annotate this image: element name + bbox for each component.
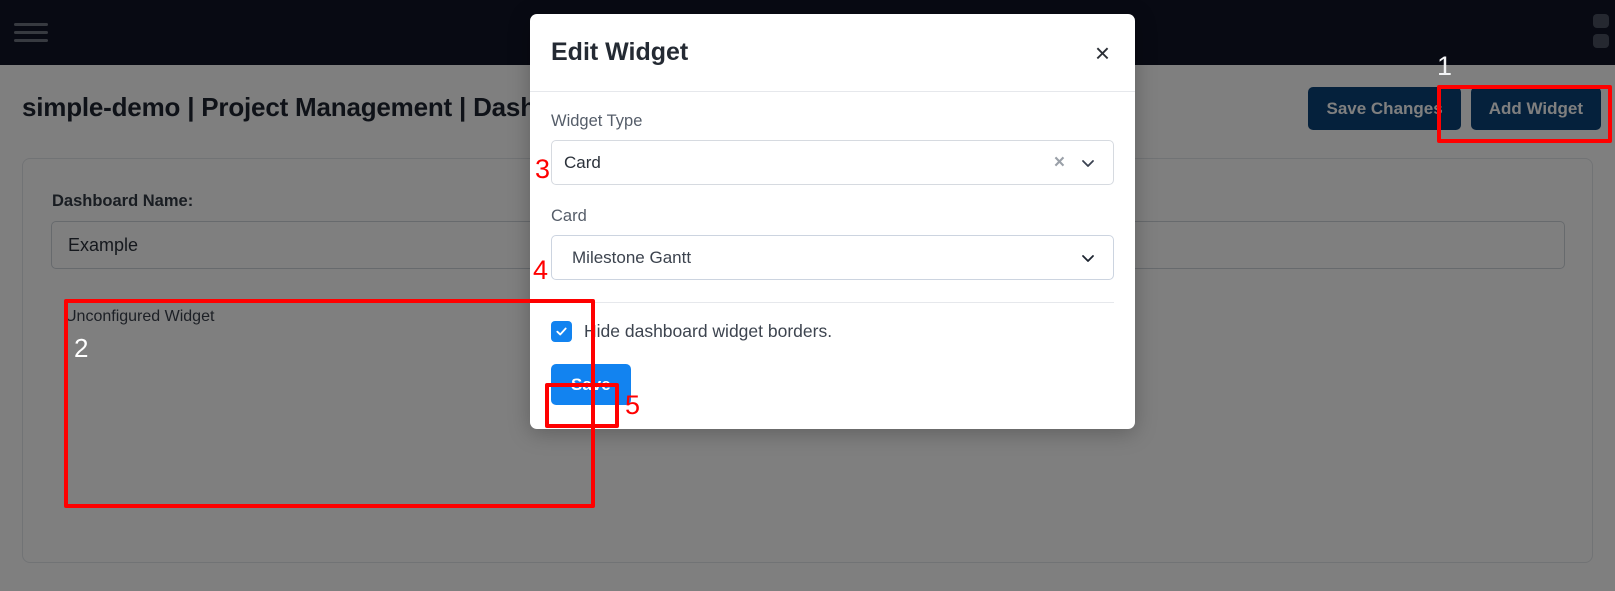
widget-type-label: Widget Type [551, 112, 643, 130]
clear-icon[interactable]: × [1054, 153, 1065, 172]
hide-borders-checkbox[interactable] [551, 321, 572, 342]
modal-title: Edit Widget [551, 38, 689, 66]
widget-type-value: Card [564, 152, 601, 172]
hide-borders-label: Hide dashboard widget borders. [584, 321, 833, 341]
chevron-down-icon[interactable] [1081, 156, 1095, 170]
widget-type-select[interactable]: Card × [551, 140, 1114, 185]
section-divider [551, 302, 1114, 303]
card-select[interactable]: Milestone Gantt [551, 235, 1114, 280]
card-select-wrap: Milestone Gantt [551, 235, 1114, 280]
modal-body: Widget Type Card × Card Milestone Gantt [530, 92, 1135, 429]
close-icon[interactable]: × [1089, 38, 1116, 68]
edit-widget-modal: Edit Widget × Widget Type Card × Card Mi… [530, 14, 1135, 429]
card-value: Milestone Gantt [572, 247, 692, 267]
card-label: Card [551, 207, 587, 225]
save-button[interactable]: Save [551, 364, 631, 405]
modal-header: Edit Widget × [530, 14, 1135, 92]
hide-borders-row: Hide dashboard widget borders. [551, 321, 1114, 342]
chevron-down-icon[interactable] [1081, 251, 1095, 265]
widget-type-select-wrap: Card × [551, 140, 1114, 185]
